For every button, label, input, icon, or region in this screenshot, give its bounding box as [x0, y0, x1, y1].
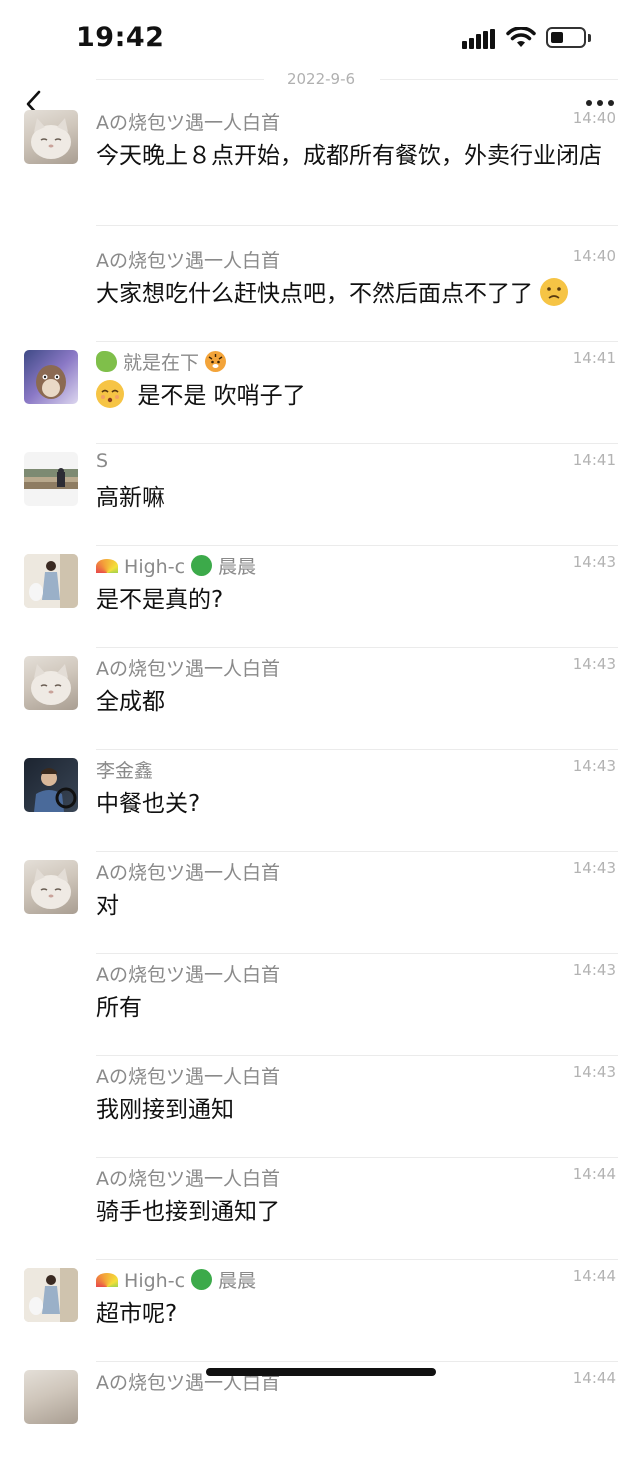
sender-name-text: 就是在下: [123, 352, 200, 374]
sender-name: Aの烧包ツ遇一人白首: [96, 250, 280, 272]
message-text: 中餐也关?: [96, 791, 201, 817]
girl-photo-avatar[interactable]: [24, 1268, 78, 1322]
message-text: 所有: [96, 995, 142, 1021]
message-text: 是不是 吹哨子了: [96, 379, 616, 413]
message-text: 大家想吃什么赶快点吧，不然后面点不了了: [96, 277, 616, 311]
message-time: 14:44: [572, 1369, 616, 1387]
message-item[interactable]: 李金鑫 14:43 中餐也关?: [0, 750, 642, 852]
message-time: 14:44: [572, 1165, 616, 1183]
sender-name: Aの烧包ツ遇一人白首: [96, 112, 280, 134]
message-text: 今天晚上８点开始，成都所有餐饮，外卖行业闭店: [96, 143, 602, 169]
sender-name: S: [96, 450, 109, 472]
message-text: 高新嘛: [96, 485, 165, 511]
dragon-emoji: [96, 351, 117, 372]
girl-photo-avatar[interactable]: [24, 554, 78, 608]
message-time: 14:43: [572, 961, 616, 979]
battery-tip: [588, 34, 591, 42]
message-item[interactable]: Aの烧包ツ遇一人白首 14:44: [0, 1362, 642, 1464]
message-item[interactable]: High-c 晨晨 14:44 超市呢?: [0, 1260, 642, 1362]
message-item[interactable]: Aの烧包ツ遇一人白首 14:43 全成都: [0, 648, 642, 750]
message-item[interactable]: Aの烧包ツ遇一人白首 14:43 所有: [0, 954, 642, 1056]
cat-avatar[interactable]: [24, 1370, 78, 1424]
sender-name: Aの烧包ツ遇一人白首: [96, 964, 280, 986]
message-text: 全成都: [96, 689, 165, 715]
sender-name-text: High-c: [124, 556, 186, 578]
message-text: 我刚接到通知: [96, 1097, 234, 1123]
sender-name: 李金鑫: [96, 760, 154, 782]
wifi-icon: [506, 27, 536, 47]
home-indicator[interactable]: [206, 1368, 436, 1376]
message-item[interactable]: High-c 晨晨 14:43 是不是真的?: [0, 546, 642, 648]
sender-name: High-c 晨晨: [96, 1266, 256, 1293]
battery-icon: [546, 27, 586, 48]
photo-avatar[interactable]: [24, 452, 78, 506]
four-leaf-clover-emoji: [191, 555, 213, 576]
sender-name: Aの烧包ツ遇一人白首: [96, 658, 280, 680]
message-item[interactable]: Aの烧包ツ遇一人白首 14:44 骑手也接到通知了: [0, 1158, 642, 1260]
message-time: 14:43: [572, 553, 616, 571]
message-text: 是不是真的?: [96, 587, 224, 613]
message-item[interactable]: Aの烧包ツ遇一人白首 14:40 今天晚上８点开始，成都所有餐饮，外卖行业闭店: [0, 102, 642, 226]
sender-name: Aの烧包ツ遇一人白首: [96, 1066, 280, 1088]
message-item[interactable]: 就是在下 14:41 是不是 吹哨子了: [0, 342, 642, 444]
sender-name-suffix: 晨晨: [218, 1270, 257, 1292]
message-text-content: 大家想吃什么赶快点吧，不然后面点不了了: [96, 281, 533, 307]
cartoon-avatar[interactable]: [24, 350, 78, 404]
four-leaf-clover-emoji: [191, 1269, 213, 1290]
message-time: 14:44: [572, 1267, 616, 1285]
message-text: 超市呢?: [96, 1301, 178, 1327]
driver-photo-avatar[interactable]: [24, 758, 78, 812]
message-item[interactable]: S 14:41 高新嘛: [0, 444, 642, 546]
sender-name: 就是在下: [96, 348, 227, 375]
message-time: 14:41: [572, 349, 616, 367]
tiger-face-emoji: [205, 351, 227, 372]
message-item[interactable]: Aの烧包ツ遇一人白首 14:40 大家想吃什么赶快点吧，不然后面点不了了: [0, 240, 642, 342]
cat-avatar[interactable]: [24, 860, 78, 914]
message-time: 14:43: [572, 655, 616, 673]
message-time: 14:43: [572, 859, 616, 877]
rainbow-emoji: [96, 1273, 118, 1287]
message-time: 14:43: [572, 1063, 616, 1081]
message-item[interactable]: Aの烧包ツ遇一人白首 14:43 我刚接到通知: [0, 1056, 642, 1158]
message-item[interactable]: Aの烧包ツ遇一人白首 14:43 对: [0, 852, 642, 954]
message-time: 14:40: [572, 247, 616, 265]
message-time: 14:40: [572, 109, 616, 127]
sender-name: Aの烧包ツ遇一人白首: [96, 1168, 280, 1190]
message-text-content: 是不是 吹哨子了: [137, 383, 306, 409]
message-text: 骑手也接到通知了: [96, 1199, 280, 1225]
cellular-signal-icon: [462, 29, 496, 49]
sender-name: High-c 晨晨: [96, 552, 256, 579]
date-divider: 2022-9-6: [0, 66, 642, 94]
sender-name-suffix: 晨晨: [218, 556, 257, 578]
cat-avatar[interactable]: [24, 110, 78, 164]
separator: [96, 225, 618, 226]
confused-face-emoji: [540, 278, 569, 306]
whistling-face-emoji: [96, 380, 124, 408]
message-time: 14:41: [572, 451, 616, 469]
rainbow-emoji: [96, 559, 118, 573]
status-time: 19:42: [76, 22, 165, 53]
message-time: 14:43: [572, 757, 616, 775]
message-text: 对: [96, 893, 119, 919]
sender-name: Aの烧包ツ遇一人白首: [96, 862, 280, 884]
cat-avatar[interactable]: [24, 656, 78, 710]
sender-name-text: High-c: [124, 1270, 186, 1292]
